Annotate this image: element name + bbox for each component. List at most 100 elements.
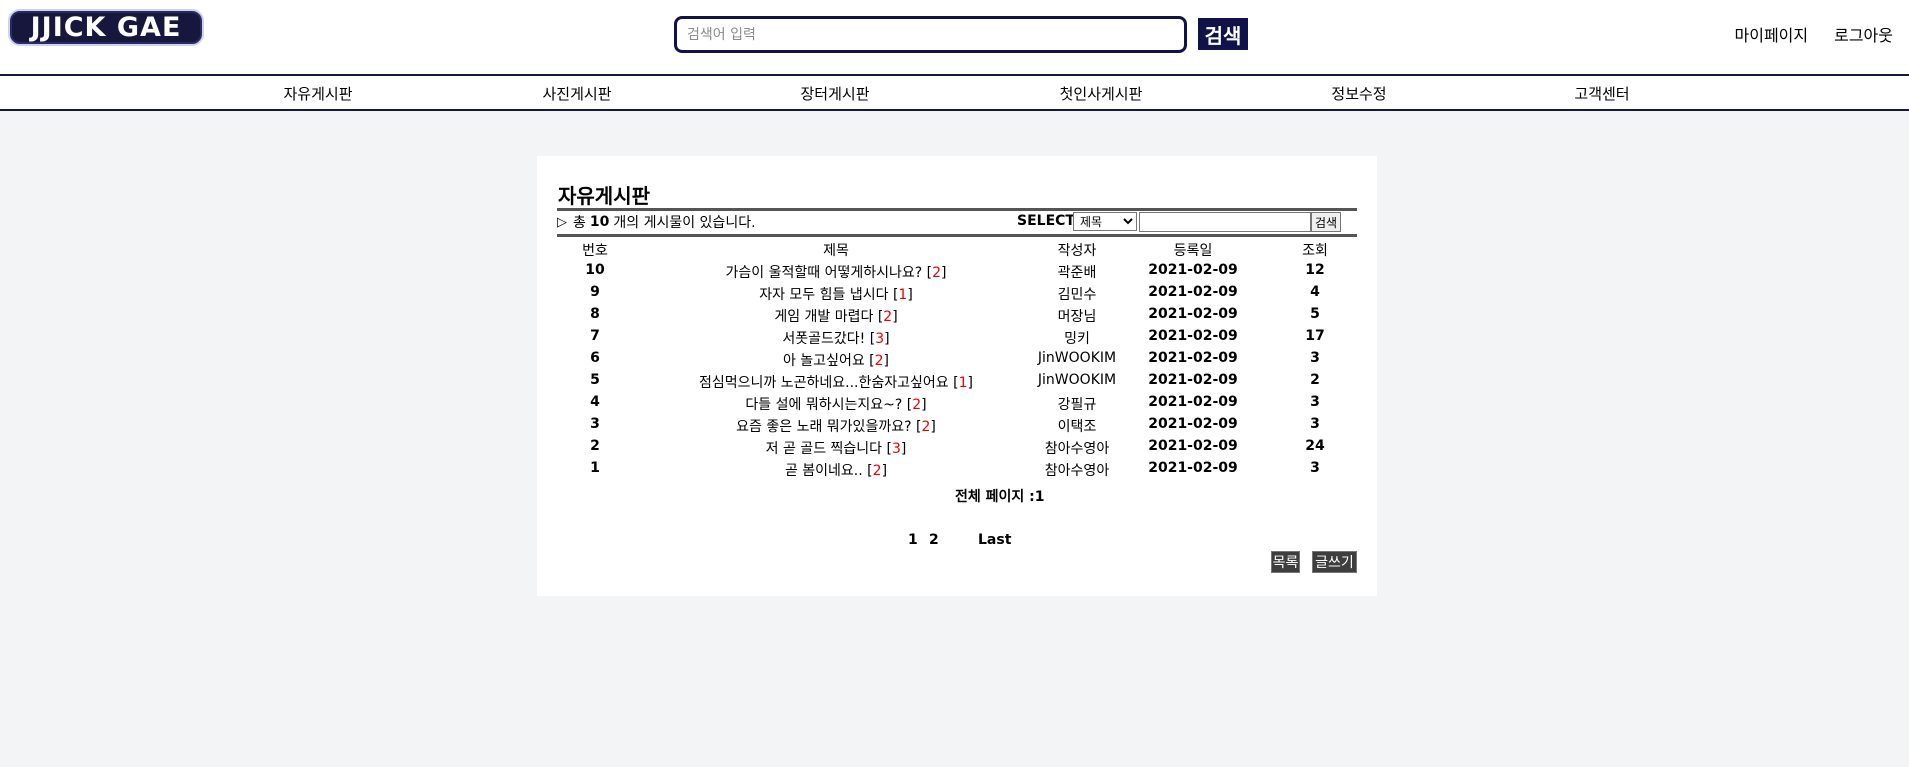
post-number: 7 <box>590 328 600 344</box>
post-views: 2 <box>1310 372 1320 388</box>
post-title-link[interactable]: 아 놀고싶어요 <box>783 353 865 369</box>
post-date: 2021-02-09 <box>1148 262 1238 278</box>
post-title-link[interactable]: 서폿골드갔다! <box>782 331 865 347</box>
post-title-link[interactable]: 점심먹으니까 노곤하네요...한숨자고싶어요 <box>699 375 949 391</box>
post-date: 2021-02-09 <box>1148 372 1238 388</box>
main-nav: 자유게시판 사진게시판 장터게시판 첫인사게시판 정보수정 고객센터 <box>0 74 1909 111</box>
post-author: 이택조 <box>1057 419 1097 435</box>
post-number: 4 <box>590 394 600 410</box>
comment-count: [1] <box>892 287 913 303</box>
comment-count: [2] <box>906 397 927 413</box>
nav-item-market-board[interactable]: 장터게시판 <box>800 83 869 104</box>
comment-count: [2] <box>915 419 936 435</box>
post-title-link[interactable]: 가슴이 울적할때 어떻게하시나요? <box>726 265 923 281</box>
post-title-link[interactable]: 게임 개발 마렵다 <box>774 309 873 325</box>
post-views: 3 <box>1310 394 1320 410</box>
post-title-link[interactable]: 다들 설에 뭐하시는지요~? <box>745 397 902 413</box>
mypage-link[interactable]: 마이페이지 <box>1735 22 1809 46</box>
comment-count: [3] <box>869 331 890 347</box>
post-title-cell: 게임 개발 마렵다 [2] <box>774 306 897 326</box>
table-header: 번호 제목 작성자 등록일 조회 <box>557 238 1357 260</box>
post-date: 2021-02-09 <box>1148 350 1238 366</box>
write-button[interactable]: 글쓰기 <box>1312 551 1357 573</box>
logo[interactable]: JJICK GAE <box>8 9 204 46</box>
post-date: 2021-02-09 <box>1148 394 1238 410</box>
post-date: 2021-02-09 <box>1148 416 1238 432</box>
post-number: 3 <box>590 416 600 432</box>
post-date: 2021-02-09 <box>1148 328 1238 344</box>
post-author: 밍키 <box>1064 331 1090 347</box>
comment-count-number: 3 <box>875 331 885 347</box>
table-row: 9 자자 모두 힘들 냅시다 [1] 김민수 2021-02-09 4 <box>557 282 1357 304</box>
post-views: 17 <box>1305 328 1325 344</box>
post-title-link[interactable]: 곧 봄이네요.. <box>785 463 863 479</box>
post-number: 6 <box>590 350 600 366</box>
logout-link[interactable]: 로그아웃 <box>1834 22 1893 46</box>
post-number: 8 <box>590 306 600 322</box>
nav-item-greeting-board[interactable]: 첫인사게시판 <box>1060 83 1143 104</box>
total-pages: 전체 페이지 :1 <box>955 489 1045 505</box>
post-title-cell: 요즘 좋은 노래 뭐가있을까요? [2] <box>736 416 936 436</box>
page-link-1[interactable]: 1 <box>908 532 918 548</box>
nav-item-edit-info[interactable]: 정보수정 <box>1331 83 1386 104</box>
post-author: JinWOOKIM <box>1037 372 1117 388</box>
nav-item-customer-center[interactable]: 고객센터 <box>1574 83 1629 104</box>
comment-count-number: 2 <box>932 265 942 281</box>
post-title-cell: 다들 설에 뭐하시는지요~? [2] <box>745 394 926 414</box>
col-header-date: 등록일 <box>1173 243 1213 259</box>
post-number: 5 <box>590 372 600 388</box>
nav-item-free-board[interactable]: 자유게시판 <box>283 83 352 104</box>
post-views: 24 <box>1305 438 1325 454</box>
comment-count: [2] <box>867 463 888 479</box>
comment-count: [2] <box>877 309 898 325</box>
post-title-link[interactable]: 자자 모두 힘들 냅시다 <box>759 287 888 303</box>
post-author: 김민수 <box>1057 287 1097 303</box>
post-date: 2021-02-09 <box>1148 438 1238 454</box>
post-views: 3 <box>1310 460 1320 476</box>
board-search-button[interactable]: 검색 <box>1311 212 1341 232</box>
board-panel: 자유게시판 ▷ 총 10 개의 게시물이 있습니다. SELECT 제목 검색 … <box>537 156 1377 596</box>
search-field-select[interactable]: 제목 <box>1073 212 1137 231</box>
post-title-link[interactable]: 요즘 좋은 노래 뭐가있을까요? <box>736 419 911 435</box>
select-label: SELECT <box>1017 213 1075 229</box>
post-title-cell: 점심먹으니까 노곤하네요...한숨자고싶어요 [1] <box>699 372 973 392</box>
post-author: 곽준배 <box>1057 265 1097 281</box>
table-row: 7 서폿골드갔다! [3] 밍키 2021-02-09 17 <box>557 326 1357 348</box>
post-title-cell: 곧 봄이네요.. [2] <box>785 460 887 480</box>
col-header-number: 번호 <box>582 243 608 259</box>
col-header-title: 제목 <box>823 243 849 259</box>
comment-count-number: 2 <box>883 309 893 325</box>
post-author: 머장님 <box>1057 309 1097 325</box>
comment-count: [2] <box>869 353 890 369</box>
search-input[interactable] <box>674 16 1187 53</box>
page-link-2[interactable]: 2 <box>929 532 939 548</box>
post-count-info: ▷ 총 10 개의 게시물이 있습니다. <box>557 212 756 232</box>
search-button[interactable]: 검색 <box>1198 18 1248 50</box>
post-date: 2021-02-09 <box>1148 306 1238 322</box>
comment-count: [2] <box>926 265 947 281</box>
comment-count: [3] <box>886 441 907 457</box>
post-views: 4 <box>1310 284 1320 300</box>
list-button[interactable]: 목록 <box>1271 551 1300 573</box>
divider-bottom <box>557 234 1357 237</box>
top-links: 마이페이지 로그아웃 <box>1735 22 1894 46</box>
divider-top <box>557 208 1357 211</box>
logo-text: JJICK GAE <box>30 12 182 43</box>
table-row: 6 아 놀고싶어요 [2] JinWOOKIM 2021-02-09 3 <box>557 348 1357 370</box>
post-views: 3 <box>1310 350 1320 366</box>
post-number: 9 <box>590 284 600 300</box>
table-row: 4 다들 설에 뭐하시는지요~? [2] 강필규 2021-02-09 3 <box>557 392 1357 414</box>
page-link-last[interactable]: Last <box>978 532 1011 548</box>
post-date: 2021-02-09 <box>1148 284 1238 300</box>
col-header-author: 작성자 <box>1057 243 1097 259</box>
post-author: 참아수영아 <box>1044 441 1110 457</box>
table-row: 10 가슴이 울적할때 어떻게하시나요? [2] 곽준배 2021-02-09 12 <box>557 260 1357 282</box>
table-row: 1 곧 봄이네요.. [2] 참아수영아 2021-02-09 3 <box>557 458 1357 480</box>
post-author: JinWOOKIM <box>1037 350 1117 366</box>
nav-item-photo-board[interactable]: 사진게시판 <box>542 83 611 104</box>
board-search-input[interactable] <box>1139 212 1311 232</box>
post-title-link[interactable]: 저 곧 골드 찍습니다 <box>766 441 882 457</box>
post-title-cell: 저 곧 골드 찍습니다 [3] <box>766 438 907 458</box>
table-row: 2 저 곧 골드 찍습니다 [3] 참아수영아 2021-02-09 24 <box>557 436 1357 458</box>
col-header-views: 조회 <box>1302 243 1328 259</box>
